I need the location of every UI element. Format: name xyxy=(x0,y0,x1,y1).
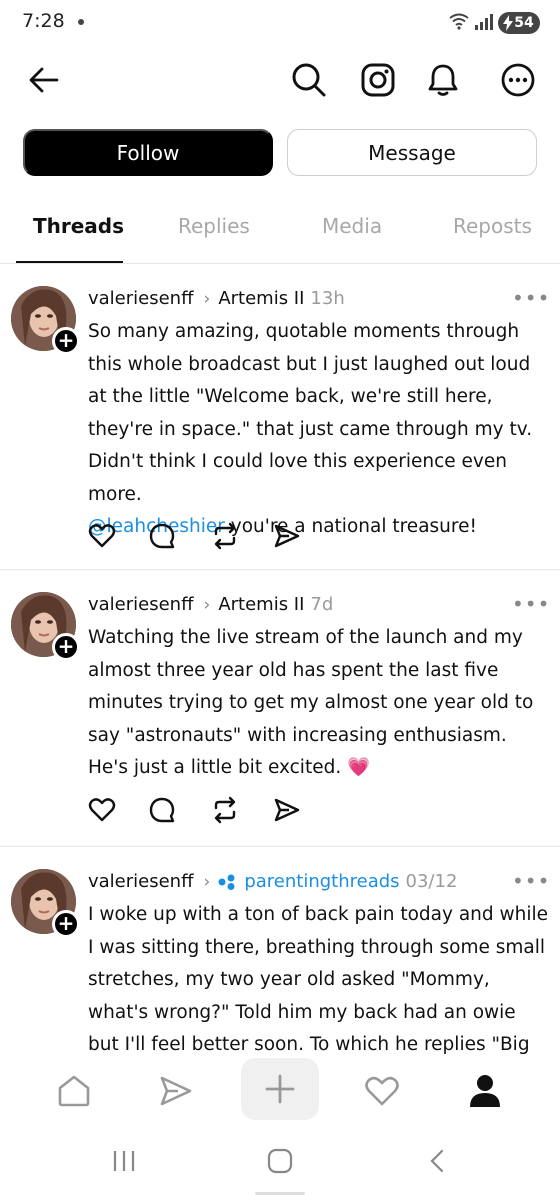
username[interactable]: valeriesenff xyxy=(88,594,194,615)
chevron-right-icon: › xyxy=(203,594,211,615)
bell-icon[interactable] xyxy=(421,58,465,102)
post-actions xyxy=(88,522,308,552)
topic-tag[interactable]: Artemis II xyxy=(218,288,304,309)
post-time: 03/12 xyxy=(405,871,458,892)
comment-icon[interactable] xyxy=(148,796,176,824)
post-text-part: So many amazing, quotable moments throug… xyxy=(88,321,533,505)
topic-tag[interactable]: Artemis II xyxy=(218,594,304,615)
post-header: valeriesenff › parentingthreads 03/12 xyxy=(88,871,457,892)
thread-post[interactable]: + valeriesenff › parentingthreads 03/12 … xyxy=(0,847,560,1055)
community-icon xyxy=(218,874,238,890)
battery-level: 54 xyxy=(514,15,534,31)
tab-replies[interactable]: Replies xyxy=(178,214,250,238)
follow-plus-icon[interactable]: + xyxy=(52,633,80,661)
post-time: 13h xyxy=(310,288,345,309)
username[interactable]: valeriesenff xyxy=(88,288,194,309)
post-header: valeriesenff › Artemis II 13h xyxy=(88,288,345,309)
repost-icon[interactable] xyxy=(211,796,239,824)
post-more-icon[interactable]: ••• xyxy=(512,869,550,893)
search-icon[interactable] xyxy=(287,58,331,102)
active-tab-indicator xyxy=(16,261,123,263)
thread-post[interactable]: + valeriesenff › Artemis II 7d ••• Watch… xyxy=(0,570,560,847)
tab-threads[interactable]: Threads xyxy=(33,214,124,238)
profile-icon[interactable] xyxy=(455,1061,515,1121)
bottom-navigation xyxy=(0,1055,560,1125)
instagram-icon[interactable] xyxy=(356,58,400,102)
heart-icon[interactable] xyxy=(88,796,116,824)
follow-button[interactable]: Follow xyxy=(23,129,273,176)
post-more-icon[interactable]: ••• xyxy=(512,592,550,616)
heart-icon[interactable] xyxy=(352,1061,412,1121)
post-actions xyxy=(88,796,308,826)
back-arrow-icon[interactable] xyxy=(22,58,66,102)
home-icon[interactable] xyxy=(44,1061,104,1121)
post-more-icon[interactable]: ••• xyxy=(512,286,550,310)
send-icon[interactable] xyxy=(146,1061,206,1121)
new-thread-plus-icon[interactable] xyxy=(241,1058,319,1120)
tab-media[interactable]: Media xyxy=(322,214,382,238)
more-options-icon[interactable] xyxy=(496,58,540,102)
back-icon[interactable] xyxy=(426,1148,448,1178)
system-navigation xyxy=(0,1130,560,1200)
top-navigation xyxy=(0,50,560,110)
recent-apps-icon[interactable] xyxy=(111,1148,137,1178)
profile-tabs: Threads Replies Media Reposts xyxy=(0,200,560,264)
thread-post[interactable]: + valeriesenff › Artemis II 13h ••• So m… xyxy=(0,264,560,570)
battery-icon: 54 xyxy=(498,12,540,34)
wifi-icon xyxy=(448,12,470,34)
post-header: valeriesenff › Artemis II 7d xyxy=(88,594,333,615)
gesture-bar xyxy=(255,1192,305,1195)
chevron-right-icon: › xyxy=(203,288,211,309)
repost-icon[interactable] xyxy=(211,522,239,550)
post-text: Watching the live stream of the launch a… xyxy=(88,622,550,785)
heart-icon[interactable] xyxy=(88,522,116,550)
status-time: 7:28 xyxy=(22,10,65,32)
notification-dot-icon xyxy=(78,19,84,25)
tab-reposts[interactable]: Reposts xyxy=(453,214,532,238)
share-icon[interactable] xyxy=(273,522,301,550)
pink-heart-emoji: 💗 xyxy=(347,757,371,778)
post-time: 7d xyxy=(310,594,334,615)
post-text: So many amazing, quotable moments throug… xyxy=(88,316,550,544)
username[interactable]: valeriesenff xyxy=(88,871,194,892)
signal-icon xyxy=(474,13,494,35)
status-bar: 7:28 54 xyxy=(0,0,560,44)
message-button[interactable]: Message xyxy=(287,129,537,176)
follow-plus-icon[interactable]: + xyxy=(52,327,80,355)
home-button-icon[interactable] xyxy=(266,1148,294,1178)
chevron-right-icon: › xyxy=(203,871,211,892)
topic-tag[interactable]: parentingthreads xyxy=(244,871,399,892)
share-icon[interactable] xyxy=(273,796,301,824)
follow-plus-icon[interactable]: + xyxy=(52,910,80,938)
post-text-part: Watching the live stream of the launch a… xyxy=(88,627,534,778)
post-text: I woke up with a ton of back pain today … xyxy=(88,904,549,1055)
comment-icon[interactable] xyxy=(148,522,176,550)
